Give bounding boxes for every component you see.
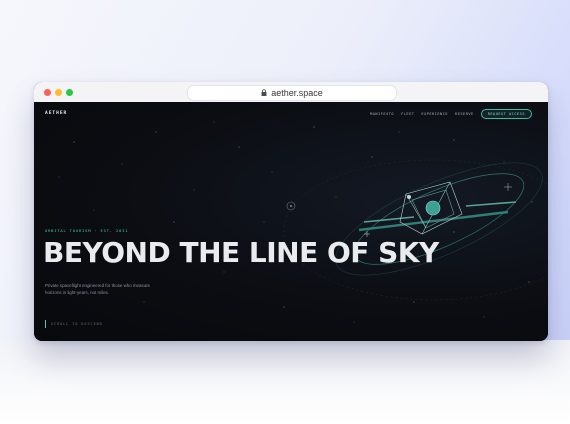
nav-link-manifesto[interactable]: MANIFESTO [370, 112, 394, 116]
nav-link-fleet[interactable]: FLEET [401, 112, 414, 116]
address-bar[interactable]: aether.space [187, 85, 397, 101]
space-scene [58, 121, 548, 323]
lock-icon [261, 88, 267, 96]
url-text: aether.space [271, 88, 323, 98]
website-page: AETHER MANIFESTO FLEET EXPERIENCE RESERV… [34, 102, 548, 341]
nav-link-reserve[interactable]: RESERVE [455, 112, 474, 116]
hero-tagline: Private spaceflight engineered for those… [45, 283, 150, 295]
site-logo[interactable]: AETHER [45, 111, 67, 116]
request-access-button[interactable]: REQUEST ACCESS [480, 109, 532, 119]
main-nav: MANIFESTO FLEET EXPERIENCE RESERVE REQUE… [370, 109, 532, 119]
hero-kicker: ORBITAL TOURISM · EST. 2031 [45, 228, 129, 233]
target-reticle-icon [286, 201, 296, 211]
scroll-hint-label: SCROLL TO DESCEND [51, 322, 103, 326]
close-window-button[interactable] [44, 89, 51, 96]
crosshair-icon [504, 183, 512, 191]
nav-link-experience[interactable]: EXPERIENCE [421, 112, 448, 116]
scroll-hint[interactable]: SCROLL TO DESCEND [45, 320, 103, 328]
browser-toolbar: aether.space [34, 82, 548, 103]
minimize-window-button[interactable] [55, 89, 62, 96]
hero-headline: BEYOND THE LINE OF SKY [43, 236, 439, 269]
scroll-indicator-line [45, 320, 46, 328]
browser-window: aether.space AETHER MANIFESTO FLEET EXPE… [34, 82, 548, 341]
orbit-rings [283, 159, 548, 301]
desk-surface [0, 340, 570, 424]
maximize-window-button[interactable] [66, 89, 73, 96]
